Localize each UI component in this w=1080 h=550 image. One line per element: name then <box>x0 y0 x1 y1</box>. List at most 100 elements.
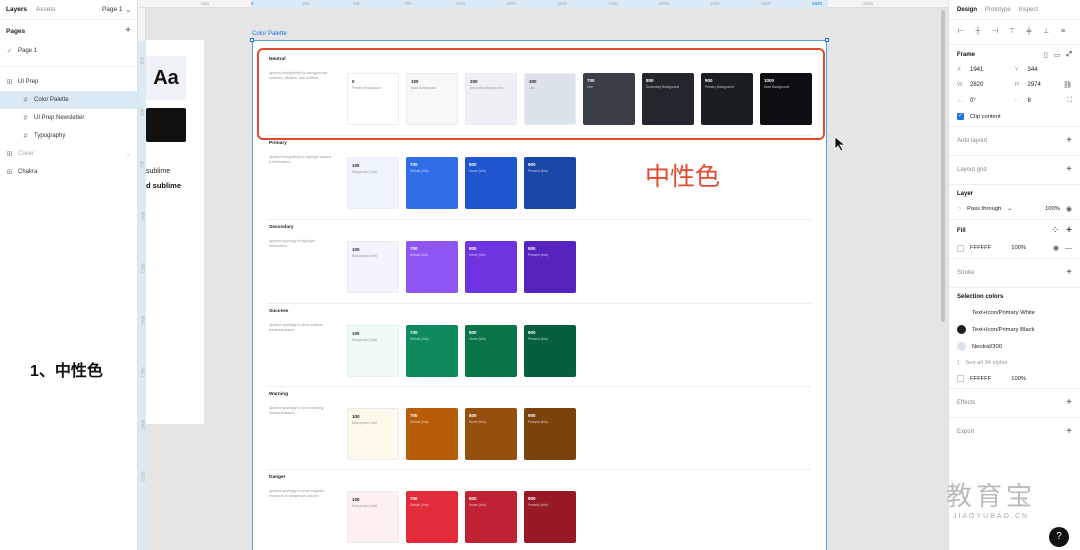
align-left-icon[interactable]: ⊢ <box>957 28 965 36</box>
ruler-tick: 0 <box>251 1 254 6</box>
rotation-field[interactable]: ∟ 0° <box>957 97 1015 105</box>
tab-design[interactable]: Design <box>957 7 977 13</box>
canvas[interactable]: -250 0 250 500 750 1000 1250 1500 1750 2000 2250 25… <box>138 0 948 550</box>
swatch-label: Pressed (Info) <box>528 503 549 507</box>
watermark-logo-text: 教育宝 <box>945 481 1036 511</box>
landscape-icon[interactable]: ▭ <box>1054 51 1061 59</box>
x-field[interactable]: X 1941 <box>957 67 1015 73</box>
color-swatch[interactable]: 700 Default (Info) <box>406 241 458 293</box>
layer-item[interactable]: ⊞ Cover ⌄ <box>0 145 137 163</box>
typography-frame[interactable]: Aa sublime d sublime <box>146 40 204 424</box>
layer-item[interactable]: # UI Prep Newsletter <box>0 109 137 127</box>
selection-opacity[interactable]: 100% <box>1011 376 1026 382</box>
selection-color-row[interactable]: Text+Icon/Primary White <box>957 308 1072 317</box>
constrain-proportions-icon[interactable]: ⛓ <box>1063 81 1072 89</box>
layer-opacity[interactable]: 100% <box>1045 206 1060 212</box>
scrollbar[interactable] <box>941 10 945 322</box>
color-style-icon <box>957 342 966 351</box>
color-swatch[interactable]: 700 Default (Info) <box>406 491 458 543</box>
distribute-icon[interactable]: ≡ <box>1059 28 1067 36</box>
color-swatch[interactable]: 900 Pressed (Info) <box>524 157 576 209</box>
selection-swatch[interactable] <box>957 375 964 382</box>
chevron-down-icon[interactable]: ⌄ <box>126 151 131 158</box>
align-right-icon[interactable]: ⊣ <box>991 28 999 36</box>
w-field[interactable]: W 2820 <box>957 81 1015 89</box>
swatch-label: Default (Info) <box>410 337 429 341</box>
add-effect-icon[interactable]: + <box>1066 398 1072 408</box>
selection-color-row[interactable]: Text+Icon/Primary Black <box>957 325 1072 334</box>
checkbox-icon[interactable]: ✓ <box>957 113 964 120</box>
frame-label[interactable]: Color Palette <box>252 31 287 37</box>
swatch-label: Default (Info) <box>410 253 429 257</box>
frame-title[interactable]: Frame <box>957 52 975 58</box>
ruler-tick: 2000 <box>659 1 670 6</box>
color-swatch[interactable]: 700 Default (Info) <box>406 408 458 460</box>
remove-fill-icon[interactable]: — <box>1065 245 1072 252</box>
selection-hex[interactable]: FFFFFF <box>970 376 991 382</box>
tab-prototype[interactable]: Prototype <box>985 7 1011 13</box>
swatch-label: Hover (Info) <box>469 503 486 507</box>
align-top-icon[interactable]: ⊤ <box>1008 28 1016 36</box>
page-selector-label: Page 1 <box>101 6 123 13</box>
color-swatch[interactable]: 900 Pressed (Info) <box>524 408 576 460</box>
color-swatch[interactable]: 800 Hover (Info) <box>465 157 517 209</box>
color-swatch[interactable]: 900 Pressed (Info) <box>524 325 576 377</box>
page-selector[interactable]: Page 1 ⌄ <box>102 6 131 14</box>
color-group: Primary Applied thoughtfully to highlight… <box>267 135 812 217</box>
color-swatch[interactable]: 100 Background (Info) <box>347 491 399 543</box>
color-group-description: Applied sparingly to show negative feedb… <box>269 489 325 498</box>
eye-icon[interactable]: ◉ <box>1053 244 1059 252</box>
layer-item[interactable]: ⊞ Chakra <box>0 163 137 181</box>
add-export-icon[interactable]: + <box>1066 427 1072 437</box>
layer-item[interactable]: # Color Palette <box>0 91 137 109</box>
independent-corners-icon[interactable]: ⛶ <box>1067 97 1072 105</box>
color-swatch[interactable]: 700 Default (Info) <box>406 325 458 377</box>
color-swatch[interactable]: 100 Background (Info) <box>347 408 399 460</box>
see-all-styles-link[interactable]: See all 34 styles <box>965 360 1007 366</box>
tab-assets[interactable]: Assets <box>36 6 56 13</box>
clip-content-label: Clip content <box>970 113 1001 120</box>
color-swatch[interactable]: 800 Hover (Info) <box>465 408 517 460</box>
add-auto-layout-icon[interactable]: + <box>1066 136 1072 146</box>
resize-handle[interactable] <box>250 38 254 42</box>
auto-layout-section: Auto layout + <box>949 127 1080 156</box>
selection-color-row[interactable]: Neutral/300 <box>957 342 1072 351</box>
fill-opacity[interactable]: 100% <box>1011 245 1026 251</box>
align-center-h-icon[interactable]: ┼ <box>974 28 982 36</box>
color-swatch[interactable]: 800 Hover (Info) <box>465 325 517 377</box>
color-swatch[interactable]: 800 Hover (Info) <box>465 241 517 293</box>
tab-inspect[interactable]: Inspect <box>1019 7 1038 13</box>
add-fill-icon[interactable]: + <box>1066 226 1072 236</box>
resize-to-fit-icon[interactable]: ⤢ <box>1066 51 1072 59</box>
eye-icon[interactable]: ◉ <box>1066 205 1072 213</box>
resize-handle[interactable] <box>825 38 829 42</box>
add-layout-grid-icon[interactable]: + <box>1066 165 1072 175</box>
color-swatch[interactable]: 100 Background (Info) <box>347 325 399 377</box>
add-page-icon[interactable]: + <box>125 26 131 36</box>
color-swatch[interactable]: 900 Pressed (Info) <box>524 491 576 543</box>
color-group-title: Danger <box>269 475 286 480</box>
align-middle-icon[interactable]: ╪ <box>1025 28 1033 36</box>
color-swatch[interactable]: 100 Background (Info) <box>347 241 399 293</box>
blend-mode-select[interactable]: Pass through <box>967 206 1001 212</box>
styles-grid-icon[interactable]: ⁘ <box>1052 226 1058 236</box>
corner-radius-field[interactable]: ◜ 8 ⛶ <box>1015 97 1073 105</box>
swatch-label: Hover (Info) <box>469 337 486 341</box>
y-field[interactable]: Y 344 <box>1015 67 1073 73</box>
clip-content-row[interactable]: ✓ Clip content <box>957 113 1072 120</box>
layer-item[interactable]: # Typography <box>0 127 137 145</box>
fill-swatch[interactable] <box>957 244 964 252</box>
color-swatch[interactable]: 900 Pressed (Info) <box>524 241 576 293</box>
h-field[interactable]: H 2974 ⛓ <box>1015 81 1073 89</box>
fill-hex[interactable]: FFFFFF <box>970 245 991 251</box>
portrait-icon[interactable]: ▯ <box>1044 51 1048 59</box>
help-button[interactable]: ? <box>1049 527 1069 547</box>
align-bottom-icon[interactable]: ⊥ <box>1042 28 1050 36</box>
color-swatch[interactable]: 800 Hover (Info) <box>465 491 517 543</box>
layer-item[interactable]: ⊞ UI Prep <box>0 73 137 91</box>
color-swatch[interactable]: 700 Default (Info) <box>406 157 458 209</box>
add-stroke-icon[interactable]: + <box>1066 268 1072 278</box>
page-item-page-1[interactable]: ✓ Page 1 <box>0 42 137 60</box>
tab-layers[interactable]: Layers <box>6 6 27 13</box>
color-swatch[interactable]: 100 Background (Info) <box>347 157 399 209</box>
